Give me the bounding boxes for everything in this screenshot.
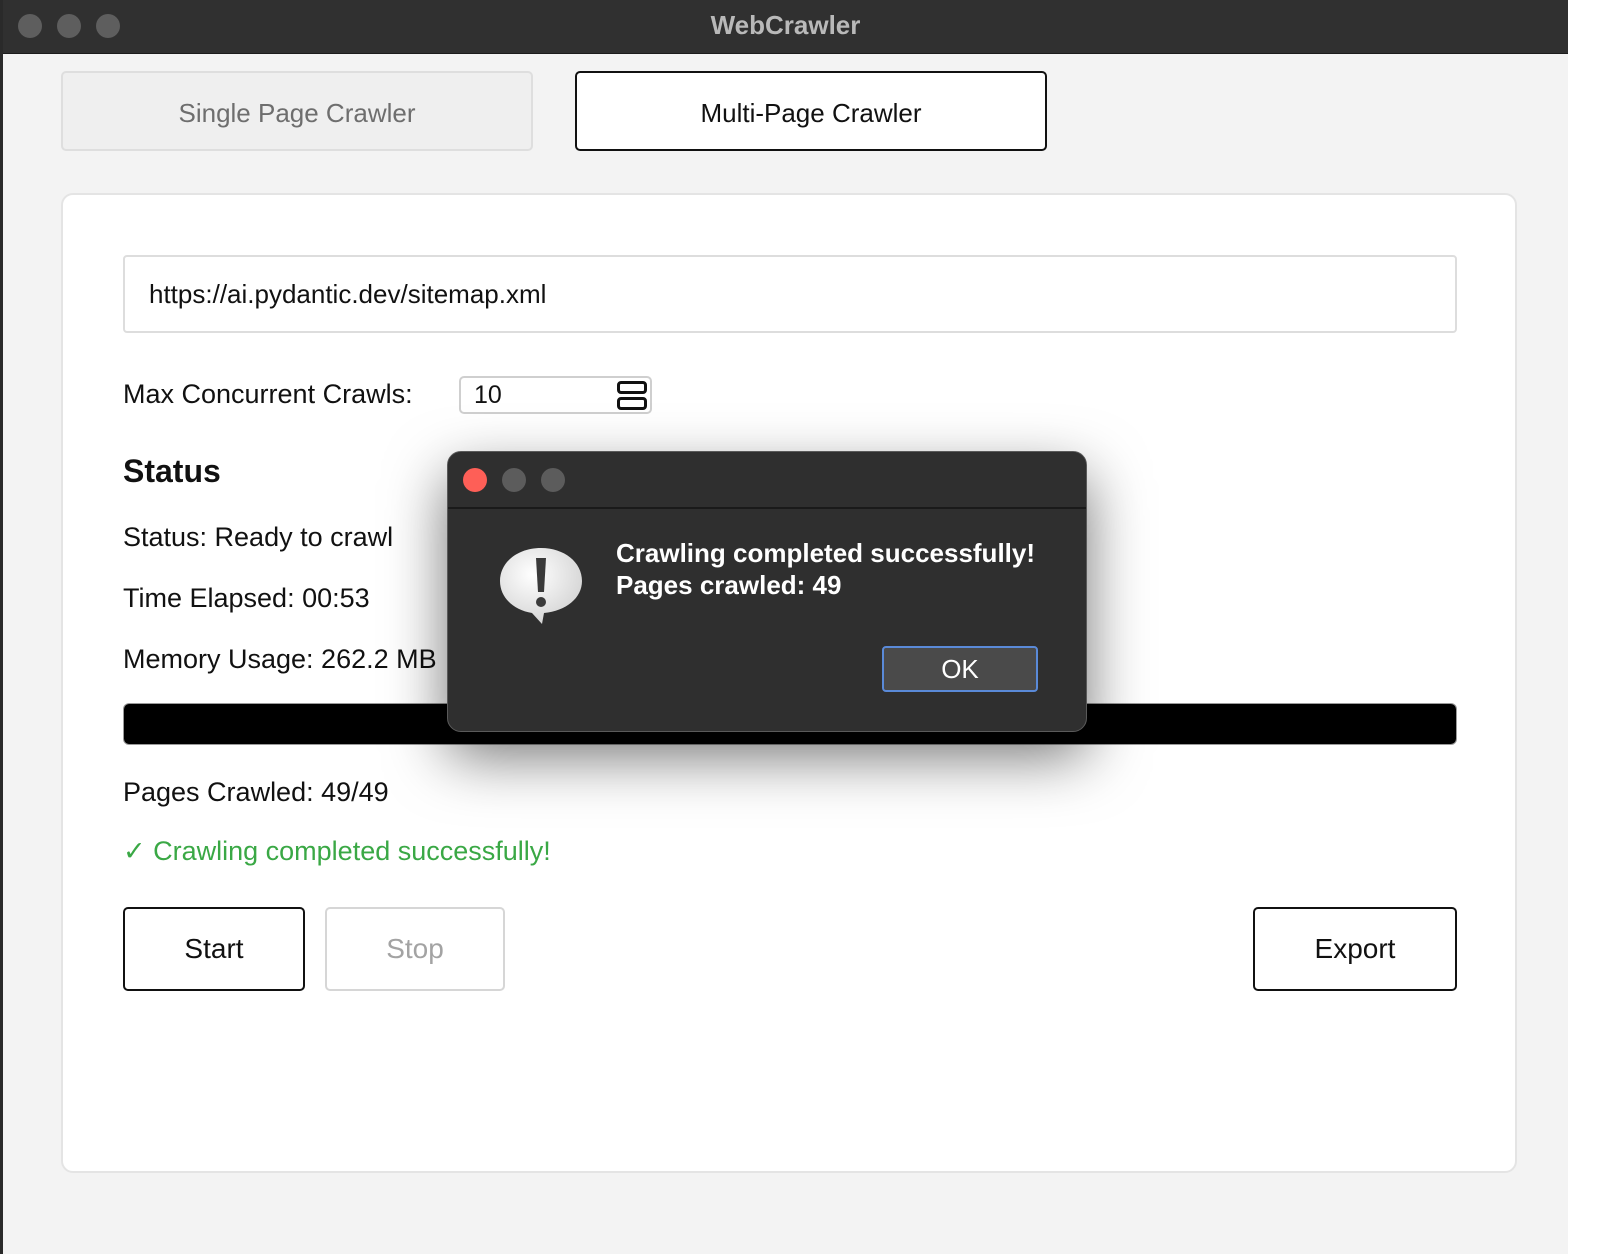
dialog-message: Crawling completed successfully! Pages c… xyxy=(616,537,1035,601)
success-message: ✓ Crawling completed successfully! xyxy=(123,836,551,866)
max-concurrent-stepper[interactable]: 10 xyxy=(459,376,652,414)
tab-multi-page-crawler[interactable]: Multi-Page Crawler xyxy=(575,71,1047,151)
dialog-message-line-1: Crawling completed successfully! xyxy=(616,538,1036,568)
status-heading: Status xyxy=(123,453,221,489)
tab-single-page-crawler[interactable]: Single Page Crawler xyxy=(61,71,533,151)
dialog-zoom-button[interactable] xyxy=(541,468,565,492)
export-button[interactable]: Export xyxy=(1253,907,1457,991)
dialog-minimize-button[interactable] xyxy=(502,468,526,492)
url-input[interactable] xyxy=(123,255,1457,333)
dialog-close-button[interactable] xyxy=(463,468,487,492)
ok-button[interactable]: OK xyxy=(882,646,1038,692)
max-concurrent-value[interactable]: 10 xyxy=(474,381,502,410)
stop-button[interactable]: Stop xyxy=(325,907,505,991)
title-bar: WebCrawler xyxy=(3,0,1568,54)
start-button[interactable]: Start xyxy=(123,907,305,991)
window-title: WebCrawler xyxy=(710,10,861,40)
dialog-title-bar xyxy=(448,452,1086,509)
completion-dialog: Crawling completed successfully! Pages c… xyxy=(447,451,1087,732)
memory-usage: Memory Usage: 262.2 MB xyxy=(123,644,437,674)
stepper-up-button[interactable] xyxy=(617,381,647,394)
status-text: Status: Ready to crawl xyxy=(123,522,394,552)
dialog-message-line-2: Pages crawled: 49 xyxy=(616,570,842,600)
stepper-down-button[interactable] xyxy=(617,397,647,410)
pages-crawled: Pages Crawled: 49/49 xyxy=(123,777,389,807)
alert-caution-icon xyxy=(500,548,582,624)
time-elapsed: Time Elapsed: 00:53 xyxy=(123,583,370,613)
max-concurrent-label: Max Concurrent Crawls: xyxy=(123,379,413,409)
